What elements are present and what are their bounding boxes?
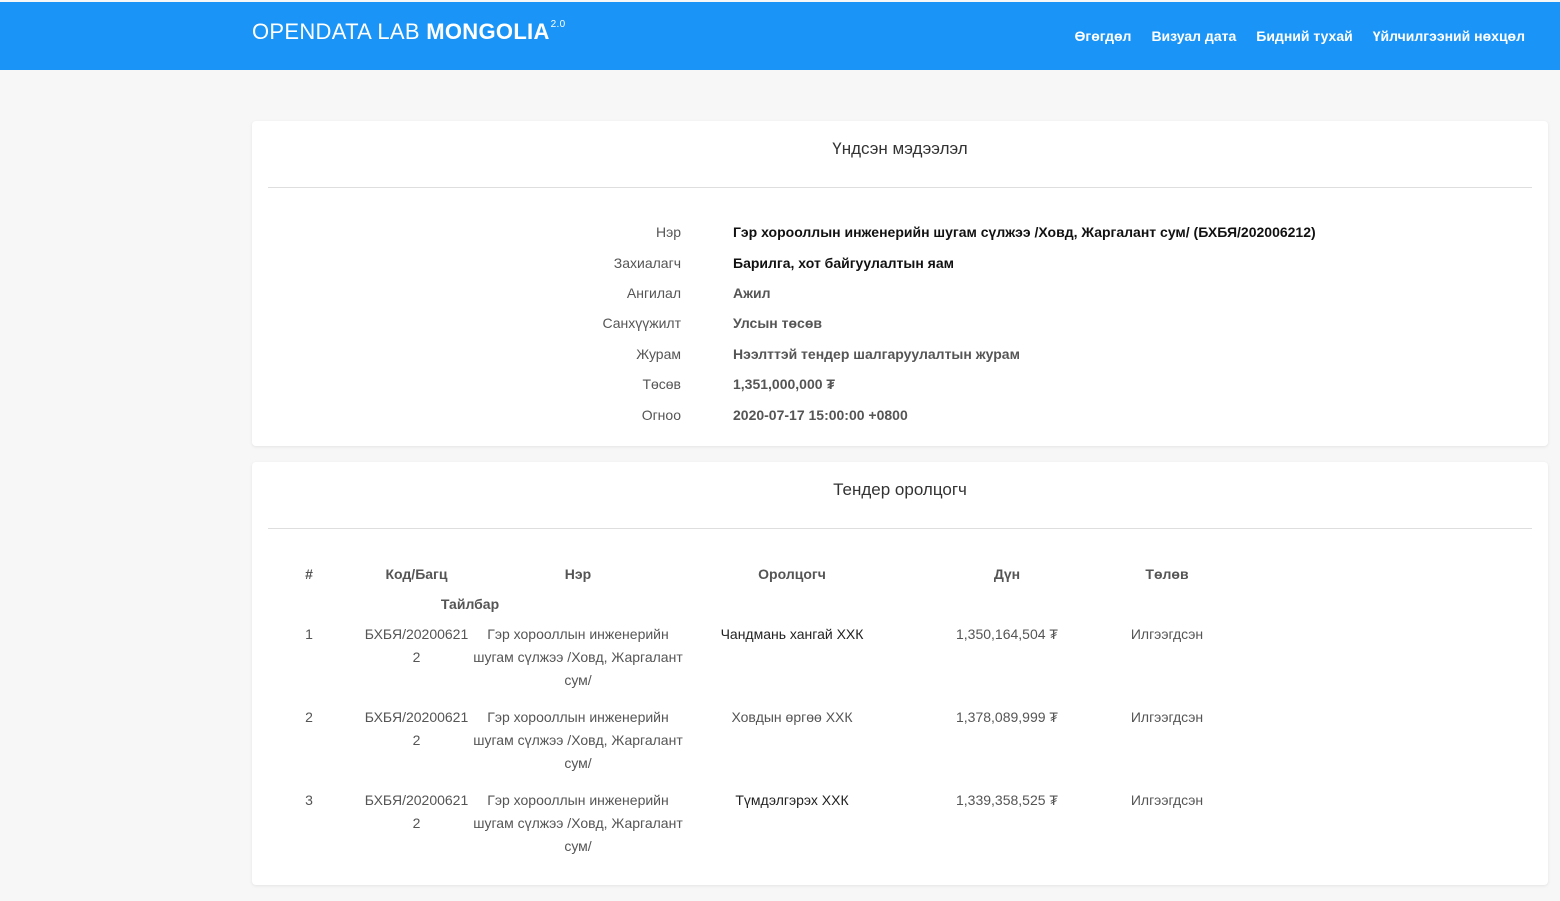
basic-info-card: Үндсэн мэдээлэл Нэр Гэр хорооллын инжене… [252,121,1548,446]
cell-status: Илгээгдсэн [1130,792,1204,808]
nav-link-visual-data[interactable]: Визуал дата [1151,28,1236,44]
cell-name: Гэр хорооллын инженерийн шугам сүлжээ /Х… [473,792,683,854]
bidders-divider [268,528,1532,529]
info-label: Ангилал [626,285,681,301]
cell-status: Илгээгдсэн [1130,626,1204,642]
cell-name: Гэр хорооллын инженерийн шугам сүлжээ /Х… [473,709,683,771]
cell-amount: 1,378,089,999 ₮ [956,709,1058,725]
info-row-procedure: Журам Нээлттэй тендер шалгаруулалтын жур… [252,346,1548,366]
cell-index: 1 [305,626,313,642]
info-label: Нэр [655,224,681,240]
logo-version: 2.0 [550,18,566,30]
info-value: Улсын төсөв [733,315,822,331]
cell-amount: 1,339,358,525 ₮ [956,792,1058,808]
info-row-date: Огноо 2020-07-17 15:00:00 +0800 [252,407,1548,427]
info-value: 2020-07-17 15:00:00 +0800 [733,407,908,423]
info-label: Санхүүжилт [602,315,681,331]
info-row-customer: Захиалагч Барилга, хот байгуулалтын яам [252,255,1548,275]
basic-info-title: Үндсэн мэдээлэл [832,139,968,158]
column-header-note: Тайлбар [440,596,500,612]
info-row-funding: Санхүүжилт Улсын төсөв [252,315,1548,335]
cell-status: Илгээгдсэн [1130,709,1204,725]
info-label: Огноо [641,407,681,423]
cell-bidder: Чандмань хангай ХХК [720,626,864,642]
cell-code: БХБЯ/202006212 [364,626,469,665]
info-value: 1,351,000,000 ₮ [733,376,835,392]
main-nav: Өгөгдөл Визуал дата Бидний тухай Үйлчилг… [1075,28,1525,44]
info-label: Журам [636,346,681,362]
site-logo[interactable]: OPENDATA LAB MONGOLIA2.0 [252,19,565,45]
info-value: Гэр хорооллын инженерийн шугам сүлжээ /Х… [733,224,1316,240]
basic-info-divider [268,187,1532,188]
nav-link-terms[interactable]: Үйлчилгээний нөхцөл [1373,28,1525,44]
cell-amount: 1,350,164,504 ₮ [956,626,1058,642]
top-navbar: OPENDATA LAB MONGOLIA2.0 Өгөгдөл Визуал … [0,2,1560,70]
info-value: Барилга, хот байгуулалтын яам [733,255,954,271]
info-value: Ажил [733,285,771,301]
cell-code: БХБЯ/202006212 [364,709,469,748]
column-header-status: Төлөв [1145,566,1189,582]
cell-bidder: Ховдын өргөө ХХК [731,709,853,725]
info-row-name: Нэр Гэр хорооллын инженерийн шугам сүлжэ… [252,224,1548,244]
info-value: Нээлттэй тендер шалгаруулалтын журам [733,346,1020,362]
info-row-category: Ангилал Ажил [252,285,1548,305]
info-label: Захиалагч [613,255,681,271]
nav-link-about[interactable]: Бидний тухай [1256,28,1352,44]
bidders-title: Тендер оролцогч [833,480,967,499]
logo-main: MONGOLIA [426,19,550,44]
info-label: Төсөв [642,376,681,392]
cell-bidder: Түмдэлгэрэх ХХК [735,792,849,808]
cell-index: 3 [305,792,313,808]
column-header-index: # [305,566,313,582]
column-header-name: Нэр [564,566,592,582]
cell-index: 2 [305,709,313,725]
nav-link-data[interactable]: Өгөгдөл [1075,28,1132,44]
cell-name: Гэр хорооллын инженерийн шугам сүлжээ /Х… [473,626,683,688]
info-row-budget: Төсөв 1,351,000,000 ₮ [252,376,1548,396]
column-header-amount: Дүн [993,566,1021,582]
column-header-bidder: Оролцогч [758,566,826,582]
bidders-card: Тендер оролцогч # Код/Багц Нэр Оролцогч … [252,462,1548,885]
logo-prefix: OPENDATA LAB [252,19,420,44]
column-header-code: Код/Багц [385,566,448,582]
cell-code: БХБЯ/202006212 [364,792,469,831]
